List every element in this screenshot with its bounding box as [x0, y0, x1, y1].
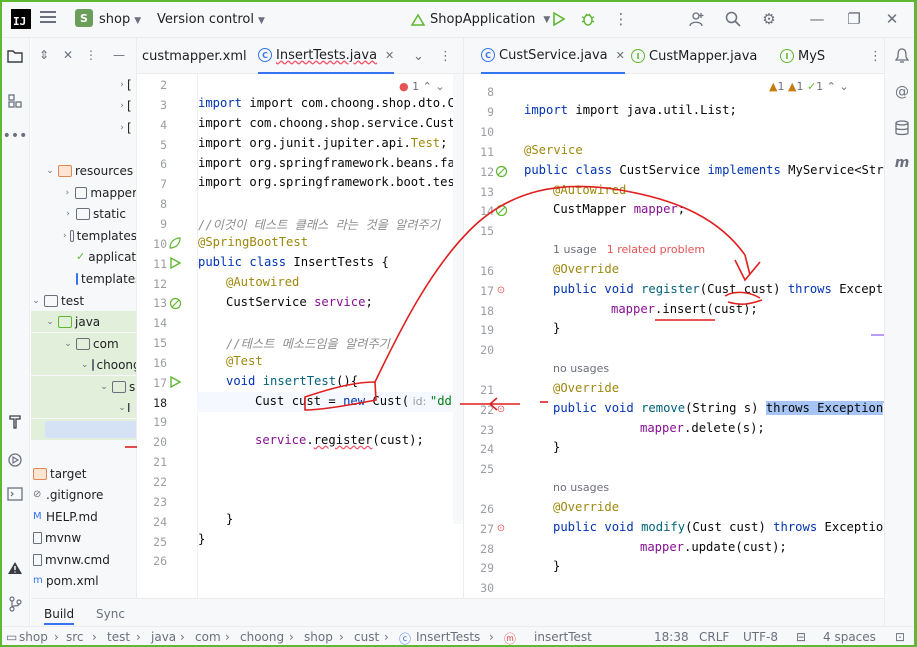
breadcrumb-separator-icon: ›: [92, 630, 97, 644]
breadcrumb-separator-icon: ›: [54, 630, 59, 644]
red-pen-annotation: [125, 185, 763, 448]
sync-tab[interactable]: Sync: [96, 607, 125, 621]
active-tab-indicator: [44, 623, 74, 625]
line-separator[interactable]: CRLF: [699, 630, 729, 644]
breadcrumb-item[interactable]: cust: [354, 630, 379, 644]
breadcrumb-item[interactable]: test: [107, 630, 130, 644]
breadcrumb-folder-icon: ▭: [6, 630, 18, 644]
vcs-lock-icon[interactable]: ⊡: [895, 630, 905, 644]
bottom-tool-tabs: Build Sync: [31, 598, 884, 626]
build-tab[interactable]: Build: [44, 607, 74, 621]
method-icon: ⓜ: [504, 632, 517, 646]
breadcrumb-item[interactable]: com: [195, 630, 221, 644]
breadcrumb-item[interactable]: InsertTests: [416, 630, 480, 644]
indent-setting[interactable]: 4 spaces: [823, 630, 876, 644]
breadcrumb-item[interactable]: choong: [240, 630, 284, 644]
breadcrumb-separator-icon: ›: [225, 630, 230, 644]
breadcrumb-separator-icon: ›: [489, 630, 494, 644]
breadcrumb-separator-icon: ›: [289, 630, 294, 644]
breadcrumb-separator-icon: ›: [384, 630, 389, 644]
breadcrumb-item[interactable]: insertTest: [534, 630, 592, 644]
readonly-lock-icon[interactable]: ⊟: [796, 630, 806, 644]
class-icon: ⓒ: [399, 632, 412, 646]
status-bar: ▭ shop › src › test › java › com › choon…: [0, 626, 917, 647]
breadcrumb-item[interactable]: src: [66, 630, 84, 644]
breadcrumb-item[interactable]: shop: [19, 630, 48, 644]
breadcrumb-separator-icon: ›: [180, 630, 185, 644]
file-encoding[interactable]: UTF-8: [743, 630, 778, 644]
breadcrumb-item[interactable]: shop: [304, 630, 333, 644]
breadcrumb-item[interactable]: java: [151, 630, 176, 644]
breadcrumb-separator-icon: ›: [136, 630, 141, 644]
breadcrumb-separator-icon: ›: [339, 630, 344, 644]
caret-position[interactable]: 18:38: [654, 630, 689, 644]
